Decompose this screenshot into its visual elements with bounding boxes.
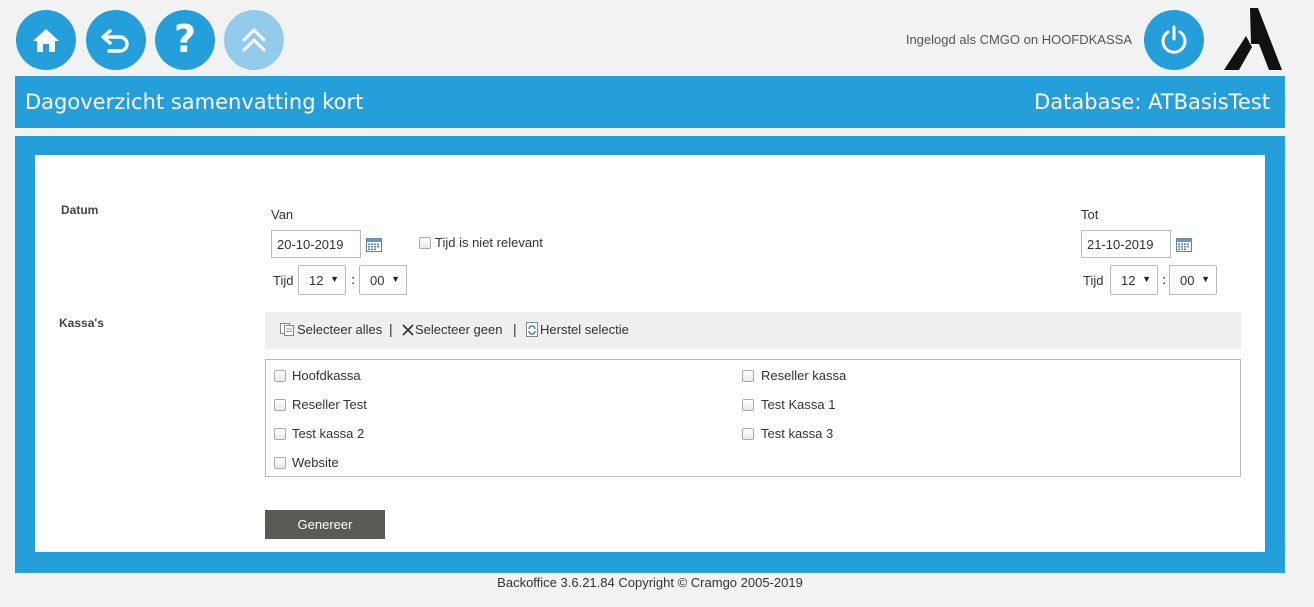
back-arrow-icon [101,29,129,53]
home-icon [33,29,59,52]
van-hour-select[interactable]: 12 ▼ [298,265,346,295]
close-icon [402,324,414,336]
kassa-label: Test kassa 3 [761,426,834,441]
kassa-checkbox[interactable] [742,370,754,382]
van-minute-value: 00 [370,272,385,288]
database-label: Database: ATBasisTest [1034,90,1270,114]
tot-tijd-label: Tijd [1083,273,1104,288]
tijd-not-relevant-label: Tijd is niet relevant [435,235,543,250]
kassa-checkbox[interactable] [274,370,286,382]
kassa-list: Hoofdkassa Reseller kassa Reseller Test … [265,359,1241,477]
van-minute-select[interactable]: 00 ▼ [359,265,407,295]
kassa-checkbox[interactable] [274,428,286,440]
title-bar: Dagoverzicht samenvatting kort Database:… [15,76,1285,128]
datum-label: Datum [61,203,99,217]
restore-selection-label: Herstel selectie [540,322,629,337]
chevron-down-icon: ▼ [391,274,400,284]
select-all-button[interactable]: Selecteer alles [280,322,382,337]
content-frame: Datum Van Tijd is niet relevant Tijd 12 … [15,136,1285,573]
chevron-down-icon: ▼ [1201,274,1210,284]
kassa-checkbox[interactable] [274,399,286,411]
top-bar: ? Ingelogd als CMGO on HOOFDKASSA [0,0,1314,76]
tot-time-colon: : [1162,273,1167,288]
a-logo-icon [1224,8,1282,70]
tot-hour-select[interactable]: 12 ▼ [1110,265,1158,295]
tot-minute-value: 00 [1180,272,1195,288]
toolbar-separator: | [513,321,517,337]
logout-button[interactable] [1144,10,1204,70]
double-chevron-up-icon [242,28,266,52]
generate-button[interactable]: Genereer [265,510,385,539]
kassa-checkbox[interactable] [274,457,286,469]
chevron-down-icon: ▼ [1142,274,1151,284]
back-button[interactable] [86,10,146,70]
tot-date-input[interactable] [1081,230,1171,258]
kassa-label: Website [292,455,339,470]
selection-toolbar: Selecteer alles | Selecteer geen | Herst… [265,312,1241,349]
tot-label: Tot [1081,207,1099,222]
van-label: Van [271,207,294,222]
kassa-label: Test Kassa 1 [761,397,836,412]
select-none-button[interactable]: Selecteer geen [401,322,502,337]
kassa-label: Hoofdkassa [292,368,361,383]
kassa-checkbox[interactable] [742,428,754,440]
select-all-icon [280,323,294,336]
kassas-label: Kassa's [59,316,104,330]
kassa-label: Reseller kassa [761,368,847,383]
form-panel: Datum Van Tijd is niet relevant Tijd 12 … [35,155,1265,552]
restore-selection-button[interactable]: Herstel selectie [525,322,629,337]
login-status: Ingelogd als CMGO on HOOFDKASSA [905,32,1132,47]
refresh-icon [526,322,538,337]
toolbar-separator: | [389,321,393,337]
calendar-icon[interactable] [1176,237,1192,252]
select-none-label: Selecteer geen [415,322,503,337]
tot-hour-value: 12 [1121,272,1136,288]
van-hour-value: 12 [309,272,324,288]
scroll-top-button[interactable] [224,10,284,70]
van-tijd-label: Tijd [273,273,294,288]
van-time-colon: : [351,273,356,288]
page-title: Dagoverzicht samenvatting kort [25,90,364,114]
calendar-icon[interactable] [366,237,382,252]
question-mark-icon: ? [173,17,197,61]
tijd-not-relevant-checkbox[interactable] [419,237,431,249]
select-all-label: Selecteer alles [297,322,383,337]
home-button[interactable] [16,10,76,70]
help-button[interactable]: ? [155,10,215,70]
kassa-label: Reseller Test [292,397,367,412]
power-icon [1161,25,1187,54]
kassa-checkbox[interactable] [742,399,754,411]
kassa-label: Test kassa 2 [292,426,365,441]
tot-minute-select[interactable]: 00 ▼ [1169,265,1217,295]
chevron-down-icon: ▼ [330,274,339,284]
van-date-input[interactable] [271,230,361,258]
footer-copyright: Backoffice 3.6.21.84 Copyright © Cramgo … [497,575,803,590]
